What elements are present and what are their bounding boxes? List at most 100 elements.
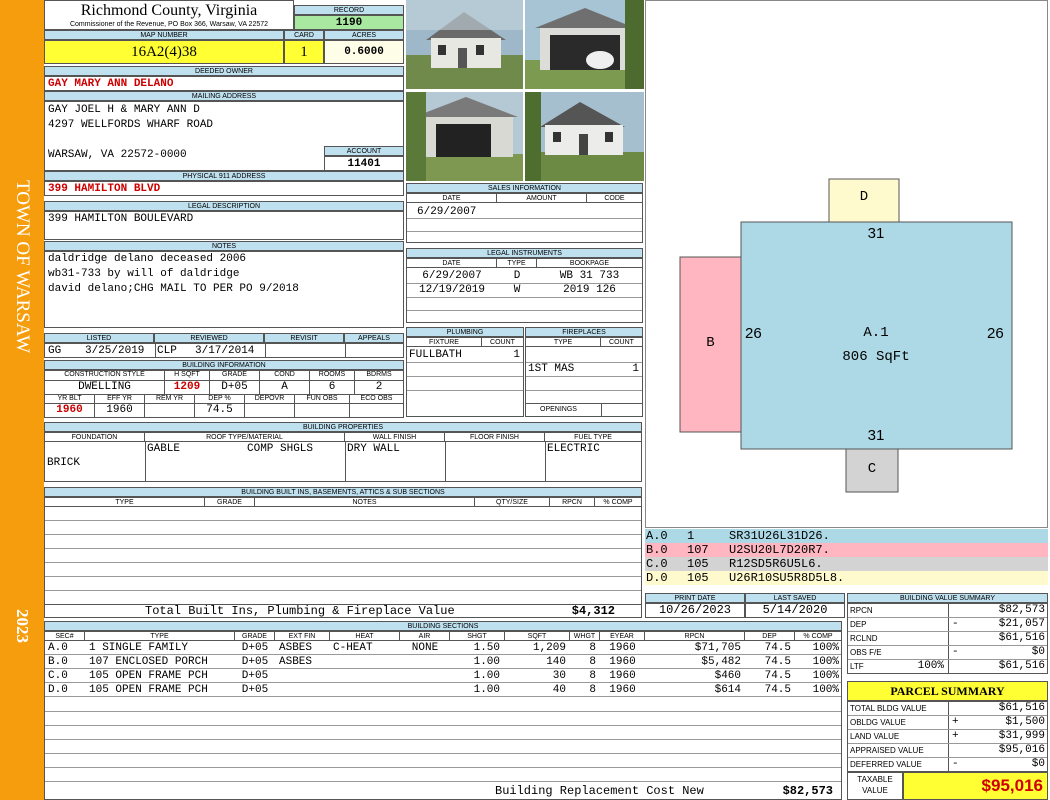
sketch-dim-left: 26 — [745, 325, 762, 342]
map-number: 16A2(4)38 — [44, 40, 284, 64]
sales-h-amount: AMOUNT — [497, 194, 587, 203]
replacement-cost-label: Building Replacement Cost New — [495, 784, 704, 798]
bi-yrblt: 1960 — [45, 404, 95, 417]
sales-h-date: DATE — [407, 194, 497, 203]
parcel-sign: + — [952, 730, 959, 742]
fireplaces-table: TYPE COUNT 1ST MAS 1 OPENINGS — [525, 337, 643, 417]
bs-whgt: 8 — [589, 656, 596, 668]
bs-shgt: 1.50 — [473, 642, 500, 654]
bs-sec: D.0 — [48, 684, 68, 696]
mailing-line1: GAY JOEL H & MARY ANN D — [48, 104, 200, 116]
bsection-row[interactable]: C.0 105 OPEN FRAME PCH D+05 1.00 30 8 19… — [45, 669, 841, 683]
li-h-bookpage: BOOKPAGE — [537, 259, 642, 268]
bs-h-heat: HEAT — [330, 632, 400, 641]
props-h-roof: ROOF TYPE/MATERIAL — [145, 433, 345, 442]
bs-dep: 74.5 — [764, 656, 791, 668]
bs-h-sqft: SQFT — [505, 632, 570, 641]
plumb-h-count: COUNT — [482, 338, 523, 347]
sales-date: 6/29/2007 — [417, 206, 477, 218]
bsection-row[interactable]: A.0 1 SINGLE FAMILY D+05 ASBES C-HEAT NO… — [45, 641, 841, 655]
sketch-main-label: A.1 — [863, 325, 889, 341]
bi-h-style: CONSTRUCTION STYLE — [45, 371, 165, 381]
reviewed-label: REVIEWED — [154, 333, 264, 343]
bi-dep: 74.5 — [195, 404, 245, 417]
bsection-row[interactable]: B.0 107 ENCLOSED PORCH D+05 ASBES 1.00 1… — [45, 655, 841, 669]
bi-h-bdrms: BDRMS — [355, 371, 403, 381]
li-h-date: DATE — [407, 259, 497, 268]
code-path: SR31U26L31D26. — [729, 529, 830, 543]
code-code: 107 — [687, 543, 709, 557]
code-code: 105 — [687, 557, 709, 571]
bs-h-grade: GRADE — [235, 632, 275, 641]
print-date-label: PRINT DATE — [645, 593, 745, 603]
bvs-key: RPCN — [850, 606, 873, 615]
card-number: 1 — [284, 40, 324, 64]
builtins-total: $4,312 — [571, 604, 615, 618]
plumbing-table: FIXTURE COUNT FULLBATH 1 — [406, 337, 524, 417]
photo-shed[interactable] — [406, 92, 523, 181]
props-h-foundation: FOUNDATION — [45, 433, 145, 442]
bi-funobs — [295, 404, 350, 417]
bsections-table: SEC# TYPE GRADE EXT FIN HEAT AIR SHGT SQ… — [44, 631, 842, 800]
code-row-a[interactable]: A.0 1 SR31U26L31D26. — [645, 529, 1048, 543]
taxable-label-box: TAXABLE VALUE — [847, 772, 903, 800]
parcel-key: TOTAL BLDG VALUE — [850, 704, 927, 713]
bs-eyear: 1960 — [609, 656, 636, 668]
building-sketch — [679, 178, 1013, 493]
parcel-value: $61,516 — [998, 702, 1045, 714]
parcel-row: LAND VALUE + $31,999 — [848, 730, 1047, 744]
parcel-value: $31,999 — [998, 730, 1045, 742]
sketch-dim-top: 31 — [867, 225, 885, 242]
bvs-key: RCLND — [850, 634, 878, 643]
plumb-count: 1 — [513, 349, 520, 361]
bi-h-ecoobs: ECO OBS — [350, 394, 403, 404]
photo-carport[interactable] — [525, 0, 644, 89]
section-codes: A.0 1 SR31U26L31D26. B.0 107 U2SU20L7D20… — [645, 529, 1048, 588]
notes-block: daldridge delano deceased 2006 wb31-733 … — [44, 251, 404, 328]
property-photos — [406, 0, 644, 181]
code-row-b[interactable]: B.0 107 U2SU20L7D20R7. — [645, 543, 1048, 557]
photo-house-front[interactable] — [406, 0, 523, 89]
listed-row: GG 3/25/2019 CLP 3/17/2014 — [44, 343, 404, 358]
props-h-wall: WALL FINISH — [345, 433, 445, 442]
bvs-value: $21,057 — [998, 618, 1045, 630]
bs-eyear: 1960 — [609, 670, 636, 682]
bs-air — [400, 683, 450, 696]
sketch-dim-right: 26 — [987, 325, 1004, 342]
bvs-label: BUILDING VALUE SUMMARY — [847, 593, 1048, 603]
li-book-1: WB 31 733 — [559, 270, 620, 282]
bs-comp: 100% — [812, 656, 839, 668]
bi-h-grade2: GRADE — [205, 498, 255, 507]
commissioner-line: Commissioner of the Revenue, PO Box 366,… — [69, 21, 269, 28]
bs-dep: 74.5 — [764, 642, 791, 654]
code-row-d[interactable]: D.0 105 U26R10SU5R8D5L8. — [645, 571, 1048, 585]
bvs-key: DEP — [850, 620, 867, 629]
bs-h-sec: SEC# — [45, 632, 85, 641]
bi-depovr — [245, 404, 295, 417]
building-info-label: BUILDING INFORMATION — [44, 360, 404, 370]
code-code: 105 — [687, 571, 709, 585]
bs-h-type: TYPE — [85, 632, 235, 641]
taxable-label-2: VALUE — [862, 786, 888, 795]
bs-extfin: ASBES — [279, 656, 313, 668]
code-id: A.0 — [646, 529, 668, 543]
bs-dep: 74.5 — [764, 670, 791, 682]
parcel-key: OBLDG VALUE — [850, 718, 906, 727]
li-type-1: D — [513, 270, 521, 282]
bsections-label: BUILDING SECTIONS — [44, 621, 842, 631]
parcel-key: DEFERRED VALUE — [850, 760, 922, 769]
parcel-value: $1,500 — [1005, 716, 1045, 728]
photo-house-side[interactable] — [525, 92, 644, 181]
props-fuel: ELECTRIC — [547, 443, 600, 455]
bs-grade: D+05 — [241, 656, 269, 668]
bsection-row[interactable]: D.0 105 OPEN FRAME PCH D+05 1.00 40 8 19… — [45, 683, 841, 697]
code-id: B.0 — [646, 543, 668, 557]
props-wall: DRY WALL — [347, 443, 400, 455]
replacement-cost: $82,573 — [782, 784, 833, 798]
code-row-c[interactable]: C.0 105 R12SD5R6U5L6. — [645, 557, 1048, 571]
print-date: 10/26/2023 — [645, 603, 745, 618]
photos-panel — [406, 0, 644, 181]
bs-eyear: 1960 — [609, 684, 636, 696]
bs-h-air: AIR — [400, 632, 450, 641]
bs-comp: 100% — [812, 684, 839, 696]
